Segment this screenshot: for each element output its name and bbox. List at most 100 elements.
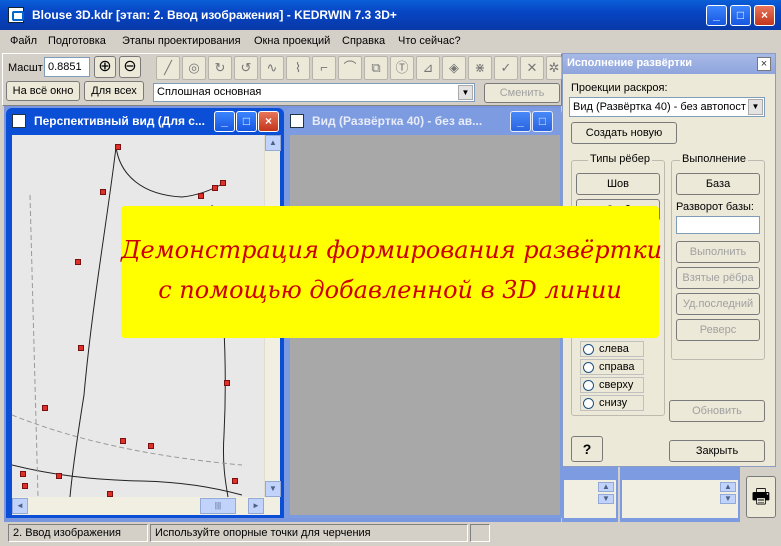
radio-left[interactable]: слева [580, 341, 644, 357]
view40-window-icon[interactable] [290, 114, 304, 128]
mini-scroll-up-icon[interactable]: ▲ [598, 482, 614, 492]
line-tool-icon[interactable]: ╱ [156, 56, 180, 80]
mini2-scroll-up-icon[interactable]: ▲ [720, 482, 736, 492]
hscroll-thumb[interactable]: ||| [200, 498, 236, 514]
anchor-point[interactable] [120, 438, 126, 444]
check-tool-icon[interactable]: ✓ [494, 56, 518, 80]
window-title: Blouse 3D.kdr [этап: 2. Ввод изображения… [32, 8, 397, 22]
split-tool-icon[interactable]: ⋇ [468, 56, 492, 80]
anchor-point[interactable] [148, 443, 154, 449]
delete-last-button[interactable]: Уд.последний [676, 293, 760, 315]
close-button[interactable]: × [754, 5, 775, 26]
anchor-point[interactable] [20, 471, 26, 477]
create-new-button[interactable]: Создать новую [571, 122, 677, 144]
mini-window-1[interactable]: ▲ ▼ [562, 466, 618, 522]
view40-minimize[interactable]: _ [510, 111, 531, 132]
anchor-point[interactable] [198, 193, 204, 199]
panel-close-button[interactable]: × [757, 57, 771, 71]
radio-top[interactable]: сверху [580, 377, 644, 393]
reverse-button[interactable]: Реверс [676, 319, 760, 341]
radio-top-label: сверху [599, 379, 634, 391]
zoom-out-icon: ⊖ [123, 58, 137, 75]
broken-line-tool-icon[interactable]: ⌐ [312, 56, 336, 80]
anchor-point[interactable] [42, 405, 48, 411]
zoom-in-button[interactable]: ⊕ [94, 56, 116, 78]
radio-bottom[interactable]: снизу [580, 395, 644, 411]
projections-arrow-icon[interactable]: ▼ [748, 99, 763, 115]
help-button[interactable]: ? [571, 436, 603, 462]
banner-line-2: с помощью добавленной в 3D линии [158, 276, 622, 304]
radio-circle-icon [583, 362, 594, 373]
menu-projection-windows[interactable]: Окна проекций [254, 35, 330, 47]
anchor-point[interactable] [232, 478, 238, 484]
line-style-combo[interactable]: Сплошная основная ▼ [153, 83, 475, 102]
view40-maximize[interactable]: □ [532, 111, 553, 132]
menu-file[interactable]: Файл [10, 35, 37, 47]
menu-help[interactable]: Справка [342, 35, 385, 47]
radio-left-label: слева [599, 343, 629, 355]
app-title-bar[interactable]: Blouse 3D.kdr [этап: 2. Ввод изображения… [0, 0, 781, 30]
perspective-hscroll[interactable]: ◄ ||| ► [12, 497, 280, 515]
line-style-value: Сплошная основная [157, 86, 262, 98]
scroll-right-icon[interactable]: ► [248, 498, 264, 514]
curve-tool-icon[interactable]: ∿ [260, 56, 284, 80]
cross-tool-icon[interactable]: ✕ [520, 56, 544, 80]
anchor-point[interactable] [220, 180, 226, 186]
polyline-tool-icon[interactable]: ⌇ [286, 56, 310, 80]
circle-point-tool-icon[interactable]: ◎ [182, 56, 206, 80]
anchor-point[interactable] [212, 185, 218, 191]
seam-button[interactable]: Шов [576, 173, 660, 195]
scroll-left-icon[interactable]: ◄ [12, 498, 28, 514]
perspective-close[interactable]: × [258, 111, 279, 132]
taken-edges-button[interactable]: Взятые рёбра [676, 267, 760, 289]
arc-tool-icon[interactable]: ↻ [208, 56, 232, 80]
mini-scroll-down-icon[interactable]: ▼ [598, 494, 614, 504]
scale-input[interactable]: 0.8851 [44, 57, 90, 77]
zoom-out-button[interactable]: ⊖ [119, 56, 141, 78]
spiral-tool-icon[interactable]: ↺ [234, 56, 258, 80]
anchor-point[interactable] [78, 345, 84, 351]
text-tool-icon[interactable]: Ⓣ [390, 56, 414, 80]
perspective-maximize[interactable]: □ [236, 111, 257, 132]
panel-title[interactable]: Исполнение развёртки [563, 54, 775, 74]
minimize-button[interactable]: _ [706, 5, 727, 26]
printer-button[interactable]: 🖶 [746, 476, 776, 518]
scroll-down-icon[interactable]: ▼ [265, 481, 281, 497]
combo-arrow-icon[interactable]: ▼ [458, 85, 473, 100]
maximize-button[interactable]: □ [730, 5, 751, 26]
base-button[interactable]: База [676, 173, 760, 195]
anchor-point[interactable] [56, 473, 62, 479]
perspective-minimize[interactable]: _ [214, 111, 235, 132]
fit-all-button[interactable]: Для всех [84, 81, 144, 101]
menu-whats-now[interactable]: Что сейчас? [398, 35, 461, 47]
update-button[interactable]: Обновить [669, 400, 765, 422]
radio-right[interactable]: справа [580, 359, 644, 375]
anchor-point[interactable] [115, 144, 121, 150]
change-button[interactable]: Сменить [484, 83, 560, 103]
fit-window-button[interactable]: На всё окно [6, 81, 80, 101]
anchor-point[interactable] [224, 380, 230, 386]
perspective-window-icon[interactable] [12, 114, 26, 128]
node-curve-tool-icon[interactable]: ⌒ [338, 56, 362, 80]
anchor-point[interactable] [75, 259, 81, 265]
menu-preparation[interactable]: Подготовка [48, 35, 106, 47]
base-turn-input[interactable] [676, 216, 760, 234]
anchor-point[interactable] [22, 483, 28, 489]
execute-button[interactable]: Выполнить [676, 241, 760, 263]
marker-tool-icon[interactable]: ◈ [442, 56, 466, 80]
mini2-scroll-down-icon[interactable]: ▼ [720, 494, 736, 504]
projections-value: Вид (Развёртка 40) - без автопост [573, 101, 746, 113]
scroll-up-icon[interactable]: ▲ [265, 135, 281, 151]
menu-design-stages[interactable]: Этапы проектирования [122, 35, 241, 47]
radio-right-label: справа [599, 361, 635, 373]
edge-types-label: Типы рёбер [588, 153, 652, 165]
copy-tool-icon[interactable]: ⧉ [364, 56, 388, 80]
projections-combo[interactable]: Вид (Развёртка 40) - без автопост ▼ [569, 97, 765, 117]
measure-tool-icon[interactable]: ⊿ [416, 56, 440, 80]
asterisk-tool-icon[interactable]: ✲ [546, 56, 562, 80]
mini-window-2[interactable]: ▲ ▼ [620, 466, 740, 522]
kedrwin-app-icon[interactable] [8, 7, 24, 23]
close-panel-button[interactable]: Закрыть [669, 440, 765, 462]
anchor-point[interactable] [100, 189, 106, 195]
projections-label: Проекции раскроя: [571, 82, 668, 94]
